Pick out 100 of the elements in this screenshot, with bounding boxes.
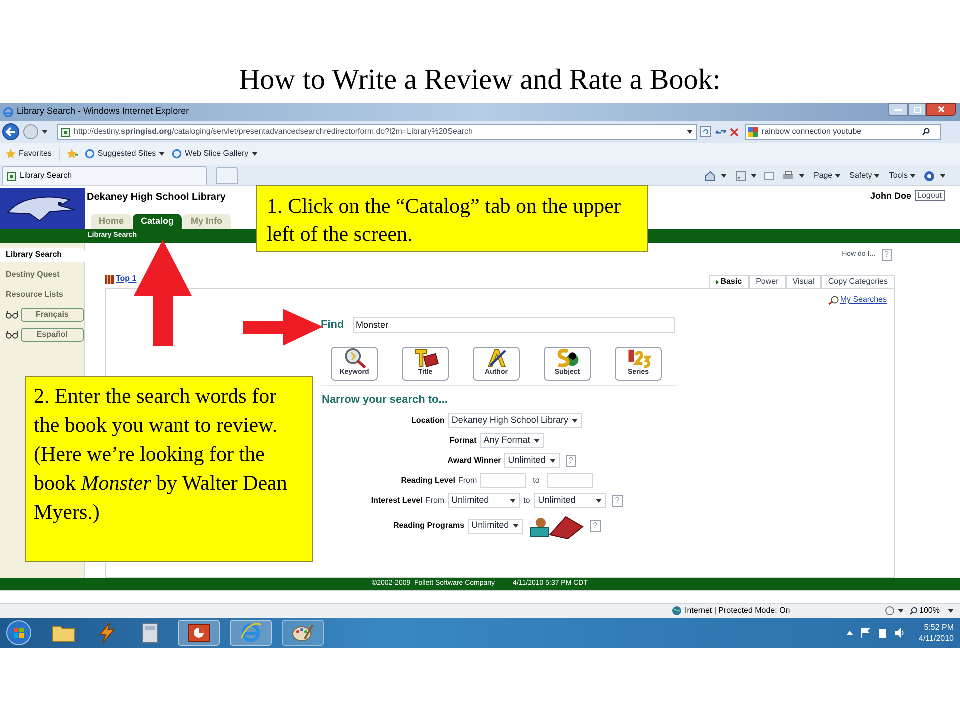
- help-icon[interactable]: [924, 170, 935, 182]
- field-label: Award Winner: [448, 454, 502, 466]
- input-field[interactable]: [480, 473, 526, 488]
- search-tab[interactable]: Power: [749, 275, 786, 288]
- search-box[interactable]: rainbow connection youtube: [745, 124, 941, 140]
- refresh-icon[interactable]: [700, 126, 712, 138]
- dropdown[interactable]: Any Format: [480, 433, 544, 448]
- caret-icon: [910, 174, 916, 178]
- globe-icon: [672, 606, 682, 616]
- caret-icon: [834, 174, 841, 178]
- page-icon: [84, 149, 95, 159]
- close-button[interactable]: [926, 103, 956, 116]
- zoom-button[interactable]: 100%: [910, 605, 940, 617]
- stop-icon[interactable]: [730, 128, 739, 136]
- caret-icon: [687, 130, 693, 134]
- favorites-bar-link[interactable]: Web Slice Gallery: [172, 148, 258, 160]
- security-icon[interactable]: [884, 606, 895, 616]
- dropdown[interactable]: Unlimited: [468, 518, 524, 534]
- command-menu[interactable]: Page: [814, 170, 841, 182]
- add-favorite-icon[interactable]: [66, 149, 78, 159]
- slide-title: How to Write a Review and Rate a Book:: [239, 63, 721, 97]
- command-menu[interactable]: Safety: [850, 170, 880, 182]
- caret-icon: [874, 174, 880, 178]
- field-label: Interest Level: [371, 494, 423, 506]
- command-menu[interactable]: Tools: [889, 170, 916, 182]
- top-ten-link[interactable]: Top 1: [116, 273, 137, 285]
- browser-tab[interactable]: Library Search: [2, 166, 207, 185]
- search-field[interactable]: Monster: [353, 317, 675, 334]
- caret-icon: [948, 609, 954, 613]
- battery-icon[interactable]: [878, 628, 887, 638]
- star-icon: [6, 149, 16, 159]
- clock[interactable]: 5:52 PM 4/11/2010: [919, 622, 954, 644]
- search-tab[interactable]: Visual: [786, 275, 822, 288]
- print-icon[interactable]: [782, 171, 794, 181]
- input-field[interactable]: [546, 473, 593, 488]
- forward-button[interactable]: [23, 124, 39, 140]
- window-title: Library Search - Windows Internet Explorer: [17, 105, 190, 118]
- glasses-icon: [6, 331, 19, 339]
- field-label: Location: [412, 414, 445, 426]
- maximize-icon: [914, 106, 920, 112]
- mail-icon[interactable]: [764, 172, 774, 180]
- dropdown[interactable]: Unlimited: [448, 493, 520, 508]
- dropdown[interactable]: Unlimited: [534, 493, 606, 508]
- palette-icon: [292, 623, 314, 643]
- nav-tab[interactable]: Catalog: [133, 214, 182, 229]
- sidebar-link[interactable]: Resource Lists: [0, 288, 84, 302]
- caret-icon: [42, 130, 48, 134]
- maximize-button[interactable]: [908, 103, 926, 116]
- calculator-icon[interactable]: [142, 623, 158, 643]
- presentation-icon: [188, 624, 210, 642]
- search-tab[interactable]: Basic: [708, 275, 750, 288]
- show-hidden-icons-button[interactable]: [847, 631, 853, 635]
- triangle-icon: [716, 280, 719, 284]
- caret-icon: [898, 609, 904, 613]
- callout-box: 2. Enter the search words for the book you want to review. (Here we’re looking for the book Monster by Walter Dean Myers.): [25, 376, 313, 562]
- sidebar-link[interactable]: Destiny Quest: [0, 268, 84, 282]
- browser-logo-icon: [3, 106, 14, 118]
- taskbar-app-button[interactable]: [282, 620, 324, 646]
- minimize-button[interactable]: [888, 103, 908, 116]
- magnifier-icon: [828, 296, 840, 304]
- dropdown[interactable]: Unlimited: [504, 453, 560, 468]
- favorites-bar-link[interactable]: Suggested Sites: [84, 148, 166, 160]
- favorites-button[interactable]: Favorites: [6, 148, 52, 160]
- field-label: to: [524, 494, 530, 506]
- section-heading: Narrow your search to...: [322, 392, 449, 408]
- books-icon: [105, 274, 114, 284]
- home-icon[interactable]: [704, 171, 716, 181]
- flag-icon[interactable]: [861, 628, 870, 638]
- glasses-icon: [6, 311, 19, 319]
- search-tab[interactable]: Copy Categories: [821, 275, 895, 288]
- field-label: Format: [450, 434, 477, 446]
- language-button[interactable]: Español: [20, 328, 84, 342]
- start-button[interactable]: [6, 620, 32, 646]
- book-letter-icon: [412, 348, 438, 368]
- back-button[interactable]: [2, 123, 20, 141]
- minimize-icon: [894, 108, 902, 110]
- caret-icon: [159, 152, 166, 156]
- caret-icon: [572, 418, 578, 422]
- caret-icon: [596, 498, 602, 502]
- url-text: http://destiny.springisd.org/cataloging/servlet/presentadvancedsearchredirectorform.do?l2m=Library%20Search: [74, 126, 474, 138]
- speaker-icon[interactable]: [895, 628, 905, 638]
- sidebar-link[interactable]: Library Search: [0, 248, 85, 262]
- field-label: From: [458, 474, 478, 486]
- search-icon[interactable]: [922, 128, 930, 136]
- caret-icon: [720, 174, 727, 178]
- taskbar-app-button[interactable]: [178, 620, 220, 646]
- magnifier-icon: [910, 607, 918, 615]
- search-query: rainbow connection youtube: [762, 126, 863, 138]
- logout-button[interactable]: Logout: [914, 190, 945, 201]
- caret-icon: [510, 498, 516, 502]
- browser-logo-icon: [240, 622, 262, 644]
- close-icon: [938, 106, 944, 113]
- address-field[interactable]: http://destiny.springisd.org/cataloging/servlet/presentadvancedsearchredirectorform.do?l2m=Library%20Search: [57, 124, 697, 140]
- find-label: Find: [321, 318, 346, 333]
- lightning-icon[interactable]: [96, 622, 118, 644]
- my-searches-link[interactable]: My Searches: [840, 294, 887, 306]
- language-button[interactable]: Français: [20, 308, 84, 322]
- dropdown[interactable]: Dekaney High School Library: [448, 413, 582, 428]
- field-label: From: [426, 494, 445, 506]
- feeds-icon[interactable]: [736, 171, 746, 181]
